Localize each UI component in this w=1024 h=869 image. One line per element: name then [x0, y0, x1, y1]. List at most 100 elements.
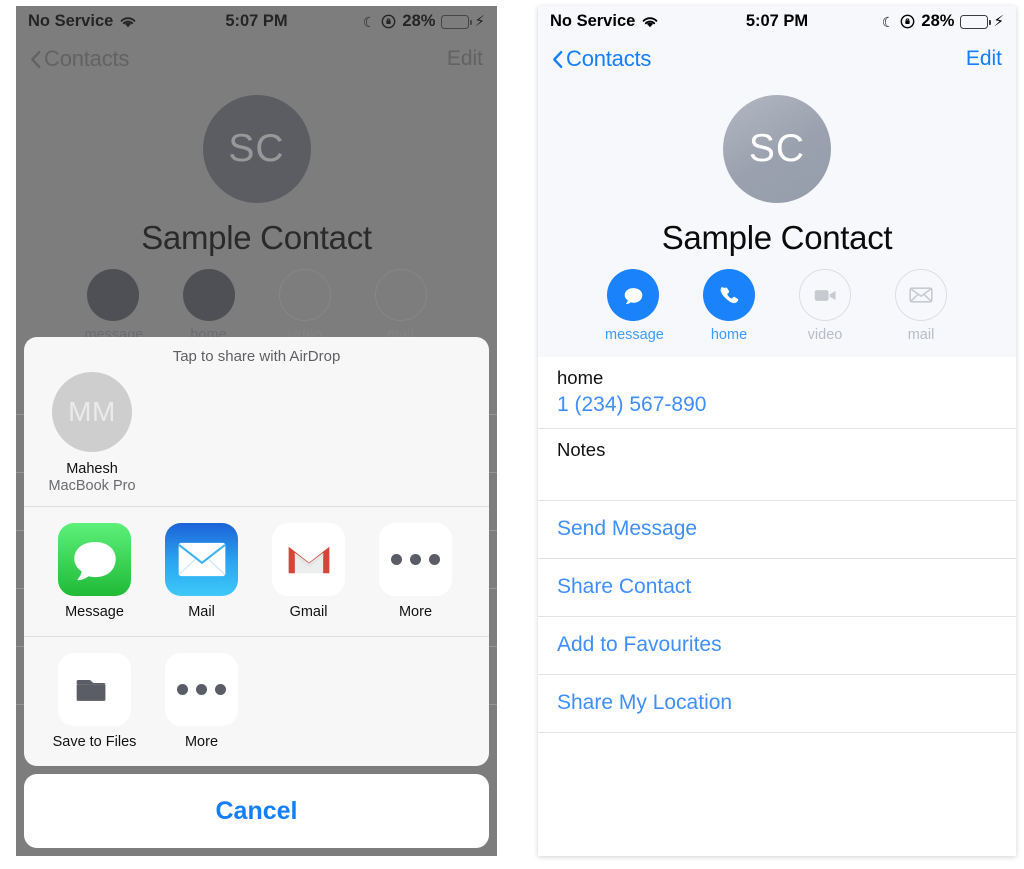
detail-row-label: home: [557, 367, 604, 388]
contact-header: SC Sample Contact: [538, 81, 1016, 257]
quick-action-video[interactable]: video: [797, 269, 853, 343]
quick-action-label: home: [710, 327, 748, 343]
rotation-lock-icon: [381, 14, 396, 29]
more-ellipsis-icon: [165, 653, 238, 726]
chevron-left-icon: [30, 50, 41, 69]
quick-action-label: message: [605, 327, 664, 343]
action-share-my-location[interactable]: Share My Location: [538, 675, 1016, 733]
gmail-app-icon: [272, 523, 345, 596]
action-share-contact[interactable]: Share Contact: [538, 559, 1016, 617]
envelope-icon: [895, 269, 947, 321]
battery-percent-label: 28%: [921, 12, 955, 30]
back-button-label: Contacts: [566, 46, 652, 71]
share-app-label: Gmail: [289, 604, 328, 620]
detail-row-phone[interactable]: home 1 (234) 567-890: [538, 357, 1016, 429]
share-action-more[interactable]: More: [159, 653, 244, 750]
mail-app-icon: [165, 523, 238, 596]
do-not-disturb-moon-icon: ☾: [881, 13, 895, 30]
airdrop-target[interactable]: MM Mahesh MacBook Pro: [36, 372, 148, 494]
phone-screen-contact-detail: No Service 5:07 PM ☾ 28% ⚡ Contacts Edit…: [538, 6, 1016, 856]
status-bar: No Service 5:07 PM ☾ 28% ⚡: [16, 6, 497, 37]
contact-name: Sample Contact: [141, 219, 372, 256]
back-button-label: Contacts: [44, 46, 130, 71]
quick-action-label: mail: [907, 327, 935, 343]
quick-action-home[interactable]: home: [701, 269, 757, 343]
share-action-label: More: [184, 734, 219, 750]
contact-header: SC Sample Contact: [16, 81, 497, 257]
back-button[interactable]: Contacts: [552, 46, 651, 72]
airdrop-target-avatar: MM: [52, 372, 132, 452]
share-action-save-to-files[interactable]: Save to Files: [52, 653, 137, 750]
wifi-icon: [641, 15, 659, 29]
status-bar-left: No Service: [28, 12, 137, 31]
quick-action-message[interactable]: message: [605, 269, 664, 343]
share-app-label: Message: [65, 604, 124, 620]
quick-action-video[interactable]: video: [277, 269, 333, 343]
share-actions-row: Save to Files More: [24, 637, 489, 766]
share-app-message[interactable]: Message: [52, 523, 137, 620]
quick-action-mail[interactable]: mail: [373, 269, 429, 343]
share-app-gmail[interactable]: Gmail: [266, 523, 351, 620]
lightning-bolt-icon: ⚡: [474, 13, 485, 30]
carrier-label: No Service: [28, 12, 114, 30]
detail-row-notes[interactable]: Notes: [538, 429, 1016, 501]
battery-icon: [441, 14, 472, 29]
action-label: Share Contact: [557, 575, 692, 598]
quick-action-mail[interactable]: mail: [893, 269, 949, 343]
quick-action-message[interactable]: message: [85, 269, 143, 343]
action-send-message[interactable]: Send Message: [538, 501, 1016, 559]
status-bar-left: No Service: [550, 12, 659, 31]
airdrop-target-device: MacBook Pro: [48, 478, 136, 494]
back-button[interactable]: Contacts: [30, 46, 129, 72]
share-sheet: Tap to share with AirDrop MM Mahesh MacB…: [24, 337, 489, 848]
share-app-label: More: [398, 604, 433, 620]
quick-action-home[interactable]: home: [181, 269, 237, 343]
edit-button[interactable]: Edit: [447, 47, 483, 71]
carrier-label: No Service: [550, 12, 636, 30]
battery-percent-label: 28%: [402, 12, 436, 30]
share-sheet-card: Tap to share with AirDrop MM Mahesh MacB…: [24, 337, 489, 766]
battery-icon: [960, 14, 991, 29]
action-label: Send Message: [557, 517, 698, 540]
navigation-bar: Contacts Edit: [538, 37, 1016, 81]
phone-screen-share-sheet: No Service 5:07 PM ☾ 28% ⚡ Contacts Edit…: [16, 6, 497, 856]
quick-actions: message home video mail: [538, 269, 1016, 357]
navigation-bar: Contacts Edit: [16, 37, 497, 81]
quick-action-label: video: [807, 327, 843, 343]
action-label: Add to Favourites: [557, 633, 722, 656]
contact-name: Sample Contact: [661, 219, 893, 256]
folder-icon: [58, 653, 131, 726]
detail-row-label: Notes: [557, 439, 606, 460]
chevron-left-icon: [552, 50, 563, 69]
share-app-mail[interactable]: Mail: [159, 523, 244, 620]
airdrop-section: Tap to share with AirDrop MM Mahesh MacB…: [24, 337, 489, 507]
share-apps-row: Message Mail Gmail More: [24, 507, 489, 637]
more-ellipsis-icon: [379, 523, 452, 596]
airdrop-target-name: Mahesh: [66, 461, 118, 477]
screenshot-stage: No Service 5:07 PM ☾ 28% ⚡ Contacts Edit…: [0, 0, 1024, 869]
cancel-button[interactable]: Cancel: [24, 774, 489, 848]
messages-app-icon: [58, 523, 131, 596]
share-app-label: Mail: [188, 604, 215, 620]
rotation-lock-icon: [900, 14, 915, 29]
phone-handset-icon: [703, 269, 755, 321]
contact-avatar: SC: [202, 95, 311, 203]
contact-avatar: SC: [723, 95, 831, 203]
lightning-bolt-icon: ⚡: [993, 13, 1004, 30]
contact-detail-list: home 1 (234) 567-890 Notes Send Message …: [538, 357, 1016, 733]
do-not-disturb-moon-icon: ☾: [362, 13, 376, 30]
status-bar-right: ☾ 28% ⚡: [882, 12, 1004, 31]
share-action-label: Save to Files: [52, 734, 137, 750]
detail-row-value[interactable]: 1 (234) 567-890: [557, 393, 997, 417]
video-camera-icon: [799, 269, 851, 321]
cancel-button-label: Cancel: [215, 796, 298, 825]
wifi-icon: [119, 15, 137, 29]
share-app-more[interactable]: More: [373, 523, 458, 620]
action-add-to-favourites[interactable]: Add to Favourites: [538, 617, 1016, 675]
status-bar: No Service 5:07 PM ☾ 28% ⚡: [538, 6, 1016, 37]
status-bar-right: ☾ 28% ⚡: [363, 12, 485, 31]
action-label: Share My Location: [557, 691, 733, 714]
edit-button[interactable]: Edit: [966, 47, 1002, 71]
message-bubble-icon: [607, 269, 659, 321]
airdrop-title: Tap to share with AirDrop: [172, 348, 341, 365]
